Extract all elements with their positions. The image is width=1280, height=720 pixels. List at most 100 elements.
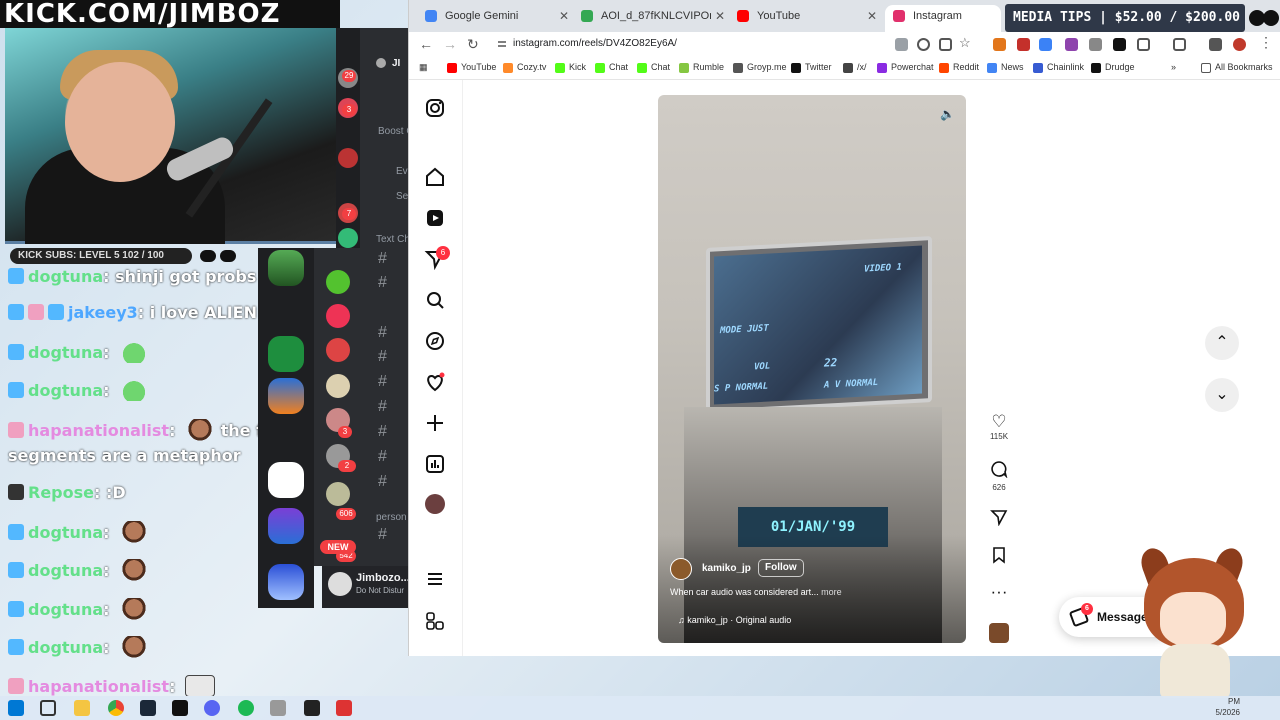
home-icon[interactable] [424, 166, 446, 188]
discord-icon[interactable] [204, 700, 220, 716]
create-plus-icon[interactable] [424, 412, 446, 434]
tab-google-gemini[interactable]: Google Gemini ✕ [417, 5, 577, 32]
like-button[interactable]: ♡ 115K [985, 412, 1013, 441]
tab-instagram[interactable]: Instagram [885, 5, 1001, 32]
more-link[interactable]: more [821, 587, 842, 597]
follow-button[interactable]: Follow [758, 559, 804, 577]
server-icon[interactable] [326, 270, 350, 294]
reels-icon[interactable] [424, 207, 446, 229]
search-icon[interactable] [424, 289, 446, 311]
hamburger-menu-icon[interactable] [424, 568, 446, 590]
extension-icon[interactable] [1089, 38, 1102, 51]
avatar[interactable] [328, 572, 352, 596]
server-icon[interactable] [326, 304, 350, 328]
tab-youtube[interactable]: YouTube ✕ [729, 5, 885, 32]
bookmark-drudge[interactable]: Drudge [1091, 62, 1135, 73]
bookmark-news[interactable]: News [987, 62, 1024, 73]
forward-icon[interactable]: → [443, 36, 457, 52]
server-settings-icon[interactable] [376, 58, 386, 68]
channel-hash-icon[interactable]: # [378, 423, 387, 441]
extension-icon[interactable] [1017, 38, 1030, 51]
bookmark-twitter[interactable]: Twitter [791, 62, 832, 73]
reel-video[interactable]: VIDEO 1 MODE JUST VOL 22 S P NORMAL A V … [658, 95, 966, 643]
obs-icon[interactable] [304, 700, 320, 716]
dashboard-icon[interactable] [424, 453, 446, 475]
bookmark-chat[interactable]: Chat [637, 62, 670, 73]
profile-avatar-icon[interactable] [1233, 38, 1246, 51]
bookmark-server-icon[interactable] [268, 336, 304, 372]
bookmark-cozy[interactable]: Cozy.tv [503, 62, 546, 73]
server-icon[interactable] [268, 564, 304, 600]
channel-hash-icon[interactable]: # [378, 324, 387, 342]
site-info-icon[interactable] [497, 39, 507, 49]
profile-avatar[interactable] [425, 494, 445, 514]
more-options-button[interactable]: ··· [985, 582, 1013, 602]
bookmark-chainlink[interactable]: Chainlink [1033, 62, 1084, 73]
channel-hash-icon[interactable]: # [378, 348, 387, 366]
extension-icon[interactable] [1039, 38, 1052, 51]
comment-button[interactable]: 626 [985, 460, 1013, 492]
back-icon[interactable]: ← [419, 36, 433, 52]
channel-hash-icon[interactable]: # [378, 274, 387, 292]
bookmark-x-board[interactable]: /x/ [843, 62, 867, 73]
app-icon[interactable] [270, 700, 286, 716]
mute-icon[interactable]: 🔈 [940, 107, 956, 123]
next-reel-button[interactable]: ⌄ [1205, 378, 1239, 412]
explore-icon[interactable] [424, 330, 446, 352]
events-link[interactable]: Ev [396, 166, 408, 177]
reel-author-avatar[interactable] [670, 558, 692, 580]
reload-icon[interactable]: ↻ [467, 36, 479, 53]
server-icon[interactable] [326, 482, 350, 506]
channel-hash-icon[interactable]: # [378, 448, 387, 466]
bookmark-youtube[interactable]: YouTube [447, 62, 496, 73]
server-icon[interactable] [326, 338, 350, 362]
share-button[interactable] [985, 508, 1013, 531]
server-guide-link[interactable]: Se [396, 191, 408, 202]
app-icon[interactable] [336, 700, 352, 716]
extensions-puzzle-icon[interactable] [1137, 38, 1150, 51]
server-icon[interactable] [268, 508, 304, 544]
server-icon[interactable] [268, 250, 304, 286]
channel-hash-icon[interactable]: # [378, 398, 387, 416]
system-clock[interactable]: PM 5/2026 [1216, 696, 1240, 718]
spotify-icon[interactable] [238, 700, 254, 716]
save-button[interactable] [985, 546, 1013, 569]
instagram-logo-icon[interactable] [424, 97, 446, 119]
install-icon[interactable] [939, 38, 952, 51]
bookmark-powerchat[interactable]: Powerchat [877, 62, 934, 73]
x-icon[interactable] [1113, 38, 1126, 51]
zoom-icon[interactable] [917, 38, 930, 51]
bookmark-kick[interactable]: Kick [555, 62, 586, 73]
server-icon[interactable] [326, 374, 350, 398]
audio-thumbnail[interactable] [989, 623, 1009, 643]
terminal-icon[interactable] [172, 700, 188, 716]
all-bookmarks-folder[interactable]: All Bookmarks [1201, 62, 1273, 73]
tab-aoi[interactable]: AOI_d_87fKNLCVIPOmVMryISdb ✕ [573, 5, 733, 32]
also-from-meta-icon[interactable] [424, 610, 446, 632]
server-icon[interactable] [338, 228, 358, 248]
notifications-heart-icon[interactable] [424, 371, 446, 393]
more-bookmarks-icon[interactable]: » [1171, 62, 1176, 72]
extension-icon[interactable] [1065, 38, 1078, 51]
server-icon[interactable] [338, 148, 358, 168]
reel-author-name[interactable]: kamiko_jp [702, 563, 751, 574]
reel-audio[interactable]: ♫ kamiko_jp · Original audio [678, 615, 791, 625]
steam-icon[interactable] [140, 700, 156, 716]
bookmark-star-icon[interactable]: ☆ [959, 35, 971, 51]
downloads-icon[interactable] [1209, 38, 1222, 51]
close-icon[interactable]: ✕ [715, 5, 725, 27]
task-view-icon[interactable] [40, 700, 56, 716]
discord-user-panel[interactable]: Jimbozo... Do Not Distur [322, 566, 410, 608]
bookmark-rumble[interactable]: Rumble [679, 62, 724, 73]
bookmark-chat[interactable]: Chat [595, 62, 628, 73]
apps-grid-icon[interactable]: ▦ [419, 62, 428, 73]
channel-hash-icon[interactable]: # [378, 526, 387, 544]
bookmark-reddit[interactable]: Reddit [939, 62, 979, 73]
chrome-icon[interactable] [108, 700, 124, 716]
close-icon[interactable]: ✕ [559, 5, 569, 27]
metamask-icon[interactable] [993, 38, 1006, 51]
sidebar-icon[interactable] [1173, 38, 1186, 51]
translate-icon[interactable] [895, 38, 908, 51]
close-icon[interactable]: ✕ [867, 5, 877, 27]
server-icon[interactable] [268, 378, 304, 414]
